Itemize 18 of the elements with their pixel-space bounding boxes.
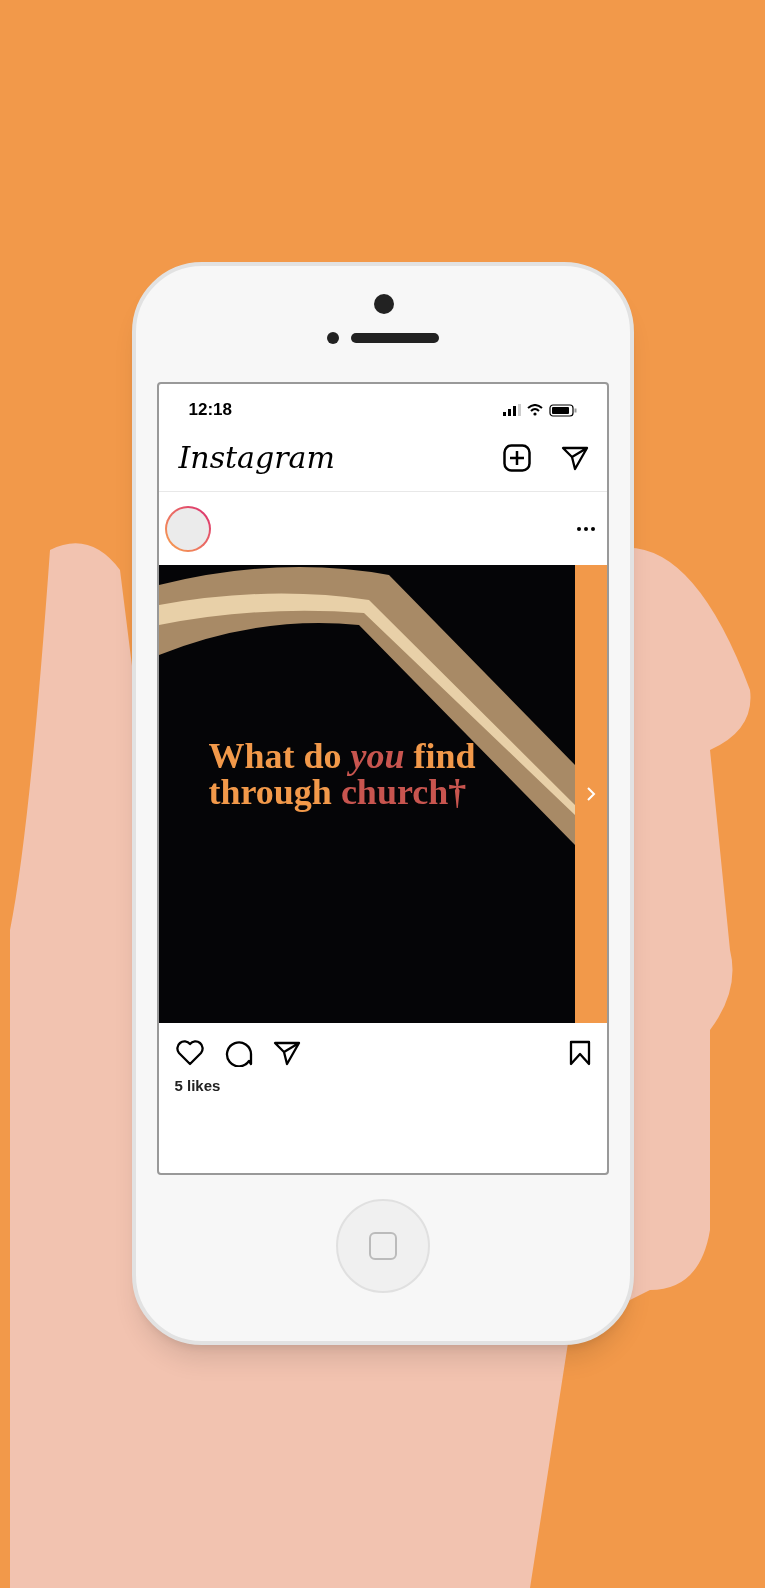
app-logo: Instagram: [178, 439, 335, 477]
battery-icon: [548, 403, 577, 417]
send-icon[interactable]: [560, 444, 589, 471]
avatar[interactable]: [164, 505, 211, 552]
camera-icon: [373, 294, 394, 314]
square-icon: [368, 1232, 397, 1260]
wifi-icon: [526, 404, 543, 416]
heart-icon[interactable]: [174, 1040, 205, 1066]
sensor-icon: [326, 332, 339, 344]
bookmark-icon[interactable]: [568, 1040, 591, 1066]
add-icon[interactable]: [502, 443, 531, 472]
comment-icon[interactable]: [224, 1039, 253, 1067]
signal-icon: [502, 404, 521, 416]
post-headline: What do you find through church†: [208, 738, 477, 810]
more-icon[interactable]: [576, 526, 595, 531]
likes-count: 5 likes: [173, 1076, 222, 1096]
send-icon[interactable]: [272, 1040, 301, 1066]
status-time: 12:18: [188, 399, 232, 422]
